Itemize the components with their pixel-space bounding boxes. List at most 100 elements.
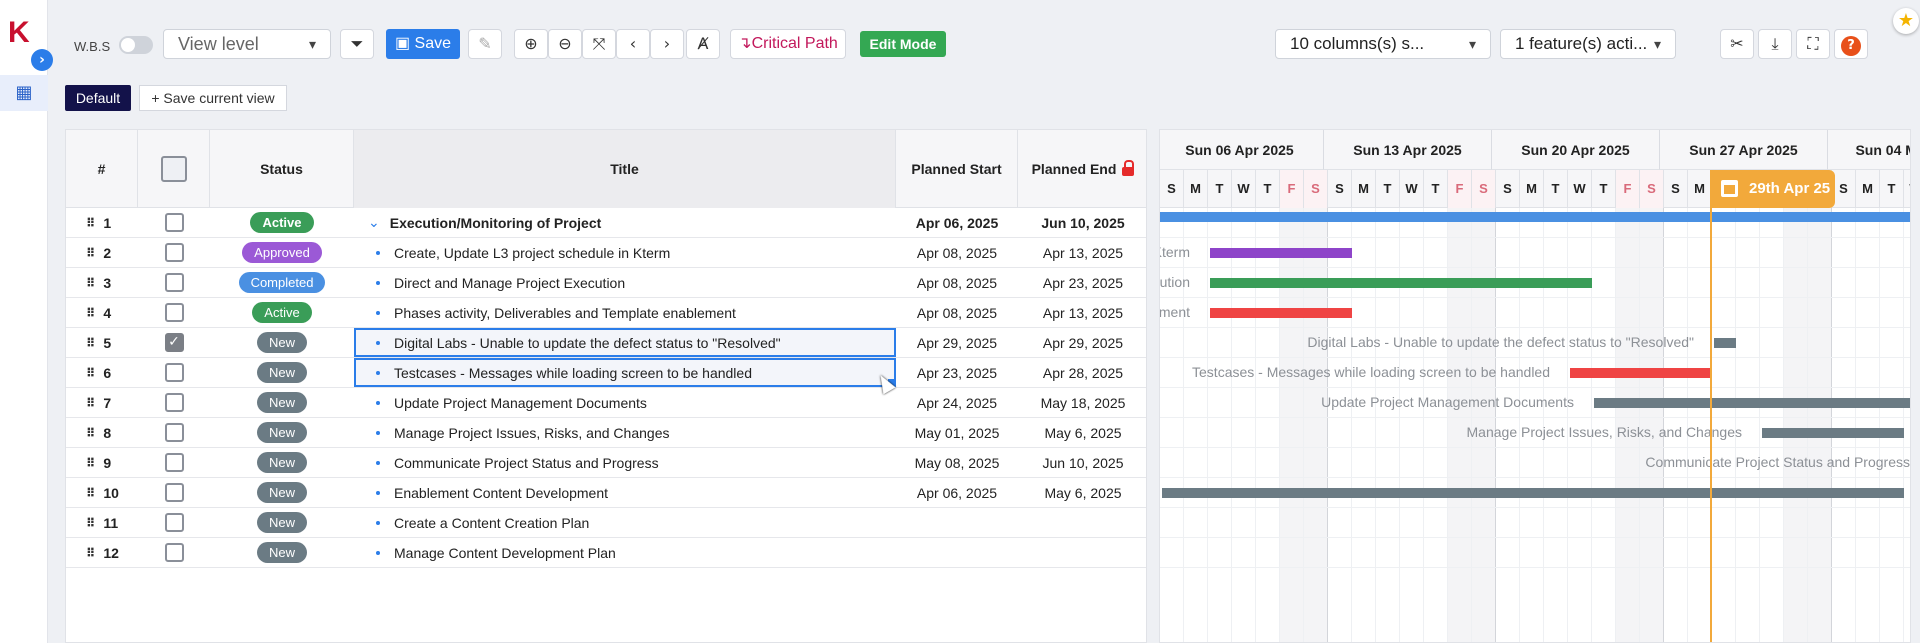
row-select[interactable] xyxy=(138,268,210,297)
default-view-tab[interactable]: Default xyxy=(65,85,131,111)
row-checkbox[interactable] xyxy=(164,423,184,442)
drag-handle-icon[interactable]: ⠿ xyxy=(86,246,95,260)
status-cell[interactable]: Active xyxy=(210,298,354,327)
planned-end-cell[interactable]: Apr 13, 2025 xyxy=(1018,298,1146,327)
title-cell[interactable]: Phases activity, Deliverables and Templa… xyxy=(354,298,896,327)
row-select[interactable] xyxy=(138,508,210,537)
gantt-summary-bar[interactable] xyxy=(1160,212,1910,222)
help-icon[interactable]: ? xyxy=(1834,29,1868,59)
select-all-checkbox[interactable] xyxy=(160,156,187,182)
table-row[interactable]: ⠿ 1 Active ⌄ Execution/Monitoring of Project… xyxy=(66,208,1146,238)
title-cell[interactable]: Update Project Management Documents xyxy=(354,388,896,417)
row-checkbox[interactable] xyxy=(164,243,184,262)
planned-end-cell[interactable]: Jun 10, 2025 xyxy=(1018,208,1146,237)
row-select[interactable] xyxy=(138,388,210,417)
save-button[interactable]: ▣ Save xyxy=(386,29,460,59)
drag-handle-icon[interactable]: ⠿ xyxy=(86,396,95,410)
row-checkbox[interactable] xyxy=(164,513,184,532)
gantt-bar[interactable] xyxy=(1162,488,1904,498)
title-cell[interactable]: Enablement Content Development xyxy=(354,478,896,507)
status-cell[interactable]: Active xyxy=(210,208,354,237)
title-cell[interactable]: Manage Project Issues, Risks, and Change… xyxy=(354,418,896,447)
edit-icon[interactable]: ✎ xyxy=(468,29,502,59)
status-cell[interactable]: New xyxy=(210,448,354,477)
gantt-bar[interactable] xyxy=(1570,368,1712,378)
status-cell[interactable]: New xyxy=(210,358,354,387)
planned-start-cell[interactable]: Apr 08, 2025 xyxy=(896,238,1018,267)
title-cell[interactable]: Direct and Manage Project Execution xyxy=(354,268,896,297)
title-cell[interactable]: Testcases - Messages while loading scree… xyxy=(354,358,896,387)
planned-start-cell[interactable]: Apr 06, 2025 xyxy=(896,478,1018,507)
zoom-in-icon[interactable]: ⊕ xyxy=(514,29,548,59)
edit-mode-button[interactable]: Edit Mode xyxy=(860,31,946,57)
table-row[interactable]: ⠿ 3 Completed Direct and Manage Project Exe… xyxy=(66,268,1146,298)
table-row[interactable]: ⠿ 2 Approved Create, Update L3 project sche… xyxy=(66,238,1146,268)
columns-dropdown[interactable]: 10 columns(s) s... ▾ xyxy=(1275,29,1491,59)
row-checkbox[interactable] xyxy=(164,213,184,232)
status-cell[interactable]: New xyxy=(210,328,354,357)
table-row[interactable]: ⠿ 9 New Communicate Project Status and Prog… xyxy=(66,448,1146,478)
gantt-bar[interactable] xyxy=(1210,248,1352,258)
table-row[interactable]: ⠿ 10 New Enablement Content Development Apr … xyxy=(66,478,1146,508)
scissors-icon[interactable]: ✂ xyxy=(1720,29,1754,59)
row-checkbox[interactable] xyxy=(164,543,184,562)
title-cell[interactable]: Digital Labs - Unable to update the defe… xyxy=(354,328,896,357)
table-row[interactable]: ⠿ 6 New Testcases - Messages while loading … xyxy=(66,358,1146,388)
row-select[interactable] xyxy=(138,538,210,567)
wbs-toggle[interactable] xyxy=(119,36,153,54)
header-planned-end[interactable]: Planned End xyxy=(1018,130,1146,208)
save-current-view-button[interactable]: + Save current view xyxy=(139,85,287,111)
planned-start-cell[interactable]: Apr 08, 2025 xyxy=(896,298,1018,327)
row-checkbox[interactable] xyxy=(164,303,184,322)
drag-handle-icon[interactable]: ⠿ xyxy=(86,366,95,380)
table-row[interactable]: ⠿ 4 Active Phases activity, Deliverables an… xyxy=(66,298,1146,328)
row-select[interactable] xyxy=(138,478,210,507)
planned-end-cell[interactable]: Apr 23, 2025 xyxy=(1018,268,1146,297)
status-cell[interactable]: New xyxy=(210,478,354,507)
planned-start-cell[interactable] xyxy=(896,508,1018,537)
critical-path-button[interactable]: ↴Critical Path xyxy=(730,29,846,59)
drag-handle-icon[interactable]: ⠿ xyxy=(86,516,95,530)
expand-sidebar-icon[interactable]: › xyxy=(31,49,53,71)
row-checkbox[interactable] xyxy=(164,453,184,472)
row-checkbox[interactable] xyxy=(164,273,184,292)
download-icon[interactable]: ⤓ xyxy=(1758,29,1792,59)
drag-handle-icon[interactable]: ⠿ xyxy=(86,426,95,440)
status-cell[interactable]: New xyxy=(210,538,354,567)
pane-splitter[interactable] xyxy=(1147,129,1159,643)
header-number[interactable]: # xyxy=(66,130,138,208)
header-status[interactable]: Status xyxy=(210,130,354,208)
planned-end-cell[interactable]: Apr 28, 2025 xyxy=(1018,358,1146,387)
drag-handle-icon[interactable]: ⠿ xyxy=(86,546,95,560)
scroll-right-icon[interactable]: › xyxy=(650,29,684,59)
planned-end-cell[interactable]: Jun 10, 2025 xyxy=(1018,448,1146,477)
header-planned-start[interactable]: Planned Start xyxy=(896,130,1018,208)
row-select[interactable] xyxy=(138,238,210,267)
planned-end-cell[interactable]: May 18, 2025 xyxy=(1018,388,1146,417)
status-cell[interactable]: Completed xyxy=(210,268,354,297)
row-checkbox[interactable] xyxy=(164,483,184,502)
zoom-out-icon[interactable]: ⊖ xyxy=(548,29,582,59)
planned-end-cell[interactable] xyxy=(1018,538,1146,567)
planned-end-cell[interactable]: May 6, 2025 xyxy=(1018,478,1146,507)
drag-handle-icon[interactable]: ⠿ xyxy=(86,336,95,350)
gantt-bar[interactable] xyxy=(1714,338,1736,348)
planned-end-cell[interactable] xyxy=(1018,508,1146,537)
status-cell[interactable]: Approved xyxy=(210,238,354,267)
title-cell[interactable]: ⌄ Execution/Monitoring of Project xyxy=(354,208,896,237)
view-level-dropdown[interactable]: View level ▾ xyxy=(163,29,331,59)
planned-start-cell[interactable]: May 01, 2025 xyxy=(896,418,1018,447)
gantt-bar[interactable] xyxy=(1762,428,1904,438)
status-cell[interactable]: New xyxy=(210,418,354,447)
table-row[interactable]: ⠿ 7 New Update Project Management Documents… xyxy=(66,388,1146,418)
planned-start-cell[interactable]: May 08, 2025 xyxy=(896,448,1018,477)
title-cell[interactable]: Communicate Project Status and Progress xyxy=(354,448,896,477)
drag-handle-icon[interactable]: ⠿ xyxy=(86,216,95,230)
title-cell[interactable]: Create, Update L3 project schedule in Kt… xyxy=(354,238,896,267)
table-row[interactable]: ⠿ 11 New Create a Content Creation Plan xyxy=(66,508,1146,538)
status-cell[interactable]: New xyxy=(210,508,354,537)
row-checkbox[interactable] xyxy=(164,363,184,382)
drag-handle-icon[interactable]: ⠿ xyxy=(86,306,95,320)
row-select[interactable] xyxy=(138,448,210,477)
planned-start-cell[interactable]: Apr 24, 2025 xyxy=(896,388,1018,417)
